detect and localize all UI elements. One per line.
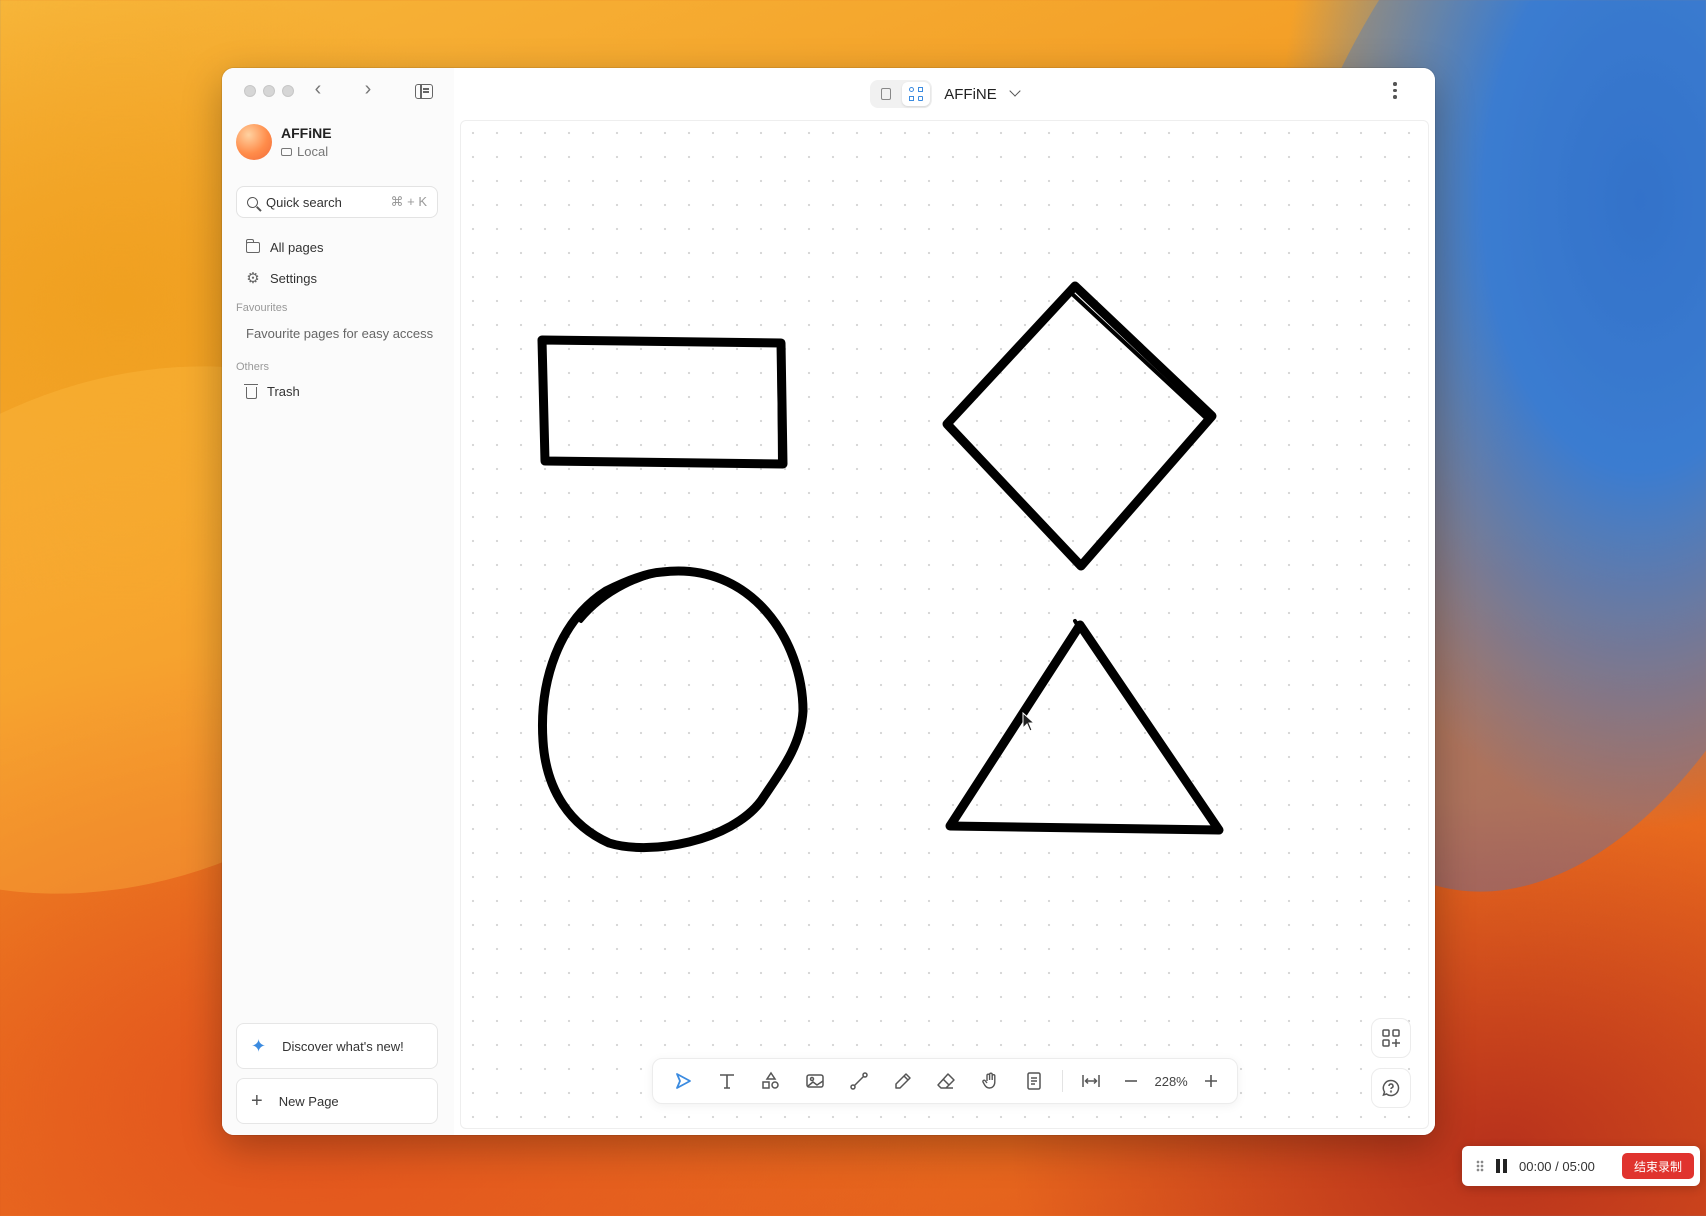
- recording-time: 00:00 / 05:00: [1519, 1158, 1595, 1174]
- main-area: AFFiNE: [454, 68, 1435, 1135]
- edgeless-mode-button[interactable]: [902, 82, 931, 106]
- note-tool-button[interactable]: [1012, 1064, 1056, 1098]
- fit-width-icon: [1082, 1075, 1100, 1087]
- header: AFFiNE: [454, 68, 1435, 120]
- chevron-down-icon[interactable]: [1009, 85, 1021, 97]
- page-mode-icon: [881, 88, 892, 100]
- plus-icon: +: [251, 1089, 263, 1112]
- discover-whats-new-button[interactable]: ✦ Discover what's new!: [236, 1023, 438, 1069]
- workspace-name: AFFiNE: [281, 125, 332, 141]
- gear-icon: ⚙: [246, 270, 260, 287]
- fit-to-screen-button[interactable]: [1069, 1064, 1113, 1098]
- discover-label: Discover what's new!: [282, 1038, 404, 1054]
- help-button[interactable]: [1371, 1068, 1411, 1108]
- drawing-layer[interactable]: [461, 121, 1430, 1126]
- workspace-storage: Local: [297, 144, 329, 159]
- maximize-window-button[interactable]: [282, 85, 294, 97]
- connector-tool-button[interactable]: [837, 1064, 881, 1098]
- sidebar-item-trash[interactable]: Trash: [244, 384, 300, 399]
- chat-help-icon: [1382, 1079, 1400, 1097]
- shapes-icon: [762, 1071, 779, 1089]
- drag-handle-icon[interactable]: [1476, 1160, 1484, 1172]
- app-window: ‹ › AFFiNE Local Quick search ⌘ + K All …: [222, 68, 1435, 1135]
- hand-tool-button[interactable]: [968, 1064, 1012, 1098]
- zoom-in-button[interactable]: [1193, 1064, 1229, 1098]
- select-tool-button[interactable]: [661, 1064, 705, 1098]
- image-icon: [805, 1074, 824, 1088]
- sparkle-icon: ✦: [251, 1035, 267, 1056]
- quick-search-button[interactable]: Quick search ⌘ + K: [236, 186, 438, 218]
- plus-icon: [1205, 1075, 1218, 1087]
- sidebar: ‹ › AFFiNE Local Quick search ⌘ + K All …: [222, 68, 455, 1135]
- note-icon: [1027, 1072, 1042, 1090]
- sidebar-item-label: Settings: [270, 271, 317, 286]
- toolbar-divider: [1062, 1070, 1064, 1092]
- trash-icon: [244, 384, 258, 399]
- shapes-tool-button[interactable]: [749, 1064, 793, 1098]
- image-tool-button[interactable]: [793, 1064, 837, 1098]
- hand-icon: [982, 1072, 996, 1089]
- pen-icon: [894, 1073, 911, 1089]
- window-controls[interactable]: [244, 85, 294, 97]
- stop-recording-button[interactable]: 结束录制: [1621, 1153, 1694, 1179]
- new-page-label: New Page: [278, 1093, 339, 1109]
- mode-switch[interactable]: [870, 80, 933, 108]
- rectangle-shape[interactable]: [537, 335, 788, 469]
- sidebar-item-settings[interactable]: ⚙ Settings: [246, 271, 317, 286]
- sidebar-item-label: All pages: [270, 240, 324, 255]
- text-tool-button[interactable]: [705, 1064, 749, 1098]
- zoom-out-button[interactable]: [1113, 1064, 1149, 1098]
- eraser-icon: [937, 1073, 956, 1089]
- minus-icon: [1125, 1080, 1138, 1082]
- sidebar-item-label: Trash: [267, 384, 300, 399]
- edgeless-canvas[interactable]: [460, 120, 1429, 1129]
- doc-title[interactable]: AFFiNE: [944, 86, 997, 103]
- text-icon: [719, 1074, 734, 1089]
- sidebar-toggle-icon[interactable]: [415, 84, 433, 99]
- connector-icon: [849, 1072, 868, 1090]
- favourites-placeholder: Favourite pages for easy access: [246, 326, 434, 341]
- diamond-shape[interactable]: [942, 281, 1217, 571]
- screen-recorder-panel: 00:00 / 05:00 结束录制: [1462, 1146, 1700, 1186]
- zoom-level[interactable]: 228%: [1149, 1074, 1193, 1089]
- edgeless-mode-icon: [909, 87, 924, 101]
- quick-search-shortcut: ⌘ + K: [390, 194, 428, 209]
- new-page-button[interactable]: + New Page: [236, 1078, 438, 1124]
- sidebar-item-all-pages[interactable]: All pages: [245, 239, 324, 255]
- quick-search-label: Quick search: [266, 194, 342, 210]
- folder-icon: [245, 239, 260, 253]
- edgeless-toolbar: 228%: [652, 1058, 1238, 1104]
- triangle-shape[interactable]: [945, 619, 1224, 835]
- others-heading: Others: [236, 361, 270, 373]
- favourites-heading: Favourites: [236, 302, 288, 314]
- circle-shape[interactable]: [538, 566, 808, 853]
- close-window-button[interactable]: [244, 85, 256, 97]
- workspace-avatar: [236, 124, 272, 160]
- mouse-cursor-icon: [1022, 711, 1036, 732]
- forward-arrow-icon[interactable]: ›: [358, 78, 378, 101]
- workspace-card[interactable]: AFFiNE Local: [236, 124, 332, 160]
- grid-add-icon: [1382, 1029, 1400, 1047]
- page-mode-button[interactable]: [872, 82, 900, 106]
- select-icon: [676, 1073, 691, 1089]
- frame-navigator-button[interactable]: [1371, 1018, 1411, 1058]
- search-icon: [247, 196, 258, 208]
- pen-tool-button[interactable]: [881, 1064, 925, 1098]
- pause-icon[interactable]: [1496, 1159, 1507, 1173]
- minimize-window-button[interactable]: [263, 85, 275, 97]
- more-options-icon[interactable]: [1393, 82, 1397, 99]
- back-arrow-icon[interactable]: ‹: [308, 78, 328, 101]
- eraser-tool-button[interactable]: [925, 1064, 969, 1098]
- local-storage-icon: [281, 147, 292, 156]
